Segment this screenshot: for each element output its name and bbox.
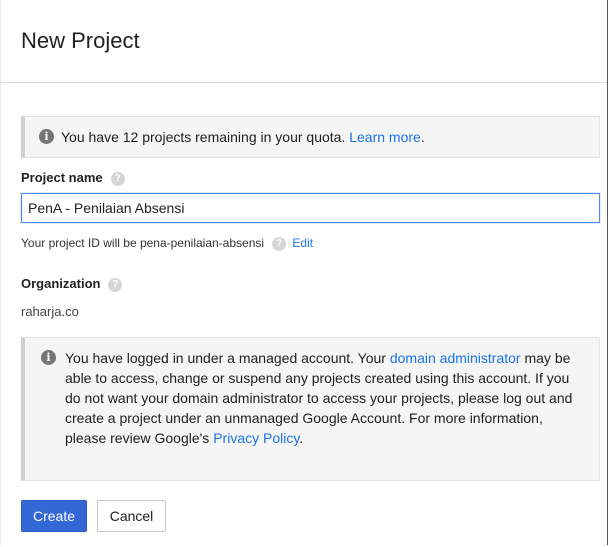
organization-label-text: Organization <box>21 276 101 291</box>
create-button[interactable]: Create <box>21 500 87 532</box>
edit-project-id-link[interactable]: Edit <box>292 236 313 250</box>
new-project-dialog: New Project i You have 12 projects remai… <box>0 0 608 545</box>
project-id-line: Your project ID will be pena-penilaian-a… <box>21 236 313 251</box>
managed-notice-text-3: . <box>299 430 304 446</box>
organization-label: Organization? <box>21 276 123 292</box>
info-icon: i <box>41 350 56 365</box>
help-icon[interactable]: ? <box>110 171 125 186</box>
help-icon[interactable]: ? <box>272 236 287 251</box>
quota-notice: i You have 12 projects remaining in your… <box>21 116 600 158</box>
cancel-button[interactable]: Cancel <box>97 500 166 532</box>
privacy-policy-link[interactable]: Privacy Policy <box>213 430 299 446</box>
project-name-label: Project name? <box>21 170 125 186</box>
dialog-title: New Project <box>21 28 140 53</box>
info-icon: i <box>39 129 54 144</box>
title-divider <box>1 82 607 83</box>
organization-value: raharja.co <box>21 304 79 319</box>
learn-more-link[interactable]: Learn more <box>349 129 421 145</box>
domain-administrator-link[interactable]: domain administrator <box>390 350 521 366</box>
managed-notice-text-1: You have logged in under a managed accou… <box>65 350 390 366</box>
quota-notice-period: . <box>420 129 425 145</box>
quota-notice-text: You have 12 projects remaining in your q… <box>61 129 350 145</box>
project-id-text: Your project ID will be pena-penilaian-a… <box>21 236 265 250</box>
project-name-input[interactable] <box>21 193 600 223</box>
project-name-label-text: Project name <box>21 170 103 185</box>
managed-account-notice: i You have logged in under a managed acc… <box>21 337 600 481</box>
help-icon[interactable]: ? <box>108 277 123 292</box>
